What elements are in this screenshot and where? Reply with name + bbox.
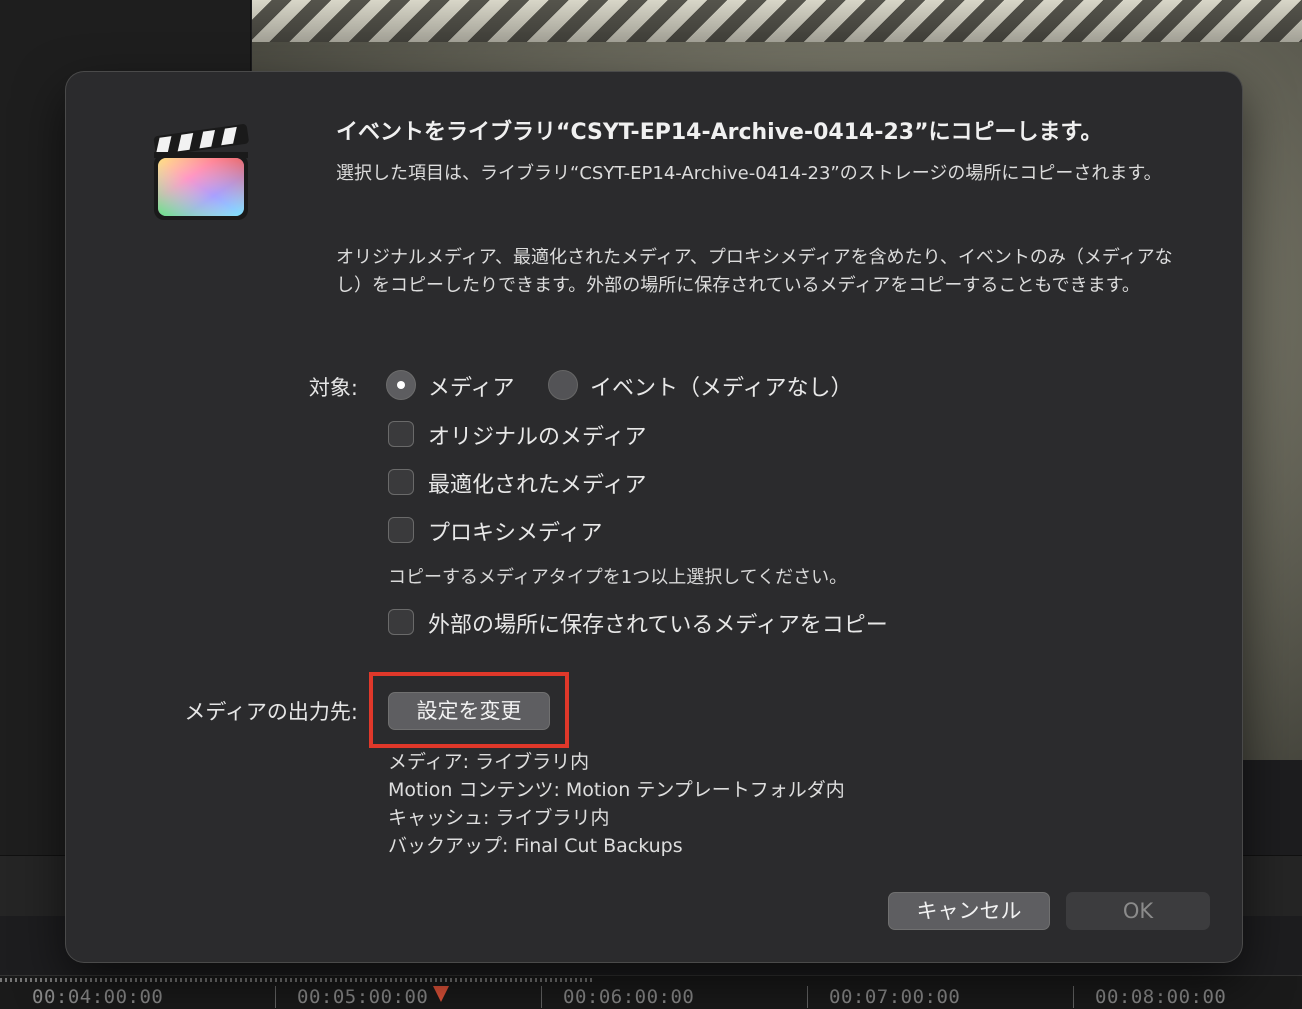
dialog-title: イベントをライブラリ“CSYT-EP14-Archive-0414-23”にコピ… — [336, 120, 1103, 145]
info-backup: バックアップ: Final Cut Backups — [388, 835, 683, 857]
timecode-label: 00:08:00:00 — [1095, 986, 1227, 1008]
info-cache: キャッシュ: ライブラリ内 — [388, 807, 610, 829]
radio-media[interactable] — [386, 370, 416, 400]
description-text: 選択した項目は、ライブラリ“CSYT-EP14-Archive-0414-23”… — [336, 163, 1162, 184]
checkbox-optimized-media-label[interactable]: 最適化されたメディア — [428, 467, 646, 499]
description-text-2: オリジナルメディア、最適化されたメディア、プロキシメディアを含めたり、イベントの… — [336, 247, 1173, 296]
stripes-shade — [252, 0, 1302, 42]
radio-media-label[interactable]: メディア — [428, 370, 514, 402]
ruler-selection-dots — [0, 978, 595, 982]
checkbox-proxy-media-label[interactable]: プロキシメディア — [428, 515, 602, 547]
playhead-marker[interactable] — [433, 986, 449, 1002]
ruler-tick — [807, 986, 808, 1008]
cancel-button[interactable]: キャンセル — [888, 892, 1050, 930]
destination-label: メディアの出力先: — [184, 700, 358, 724]
target-label: 対象: — [308, 376, 358, 400]
checkbox-external-media[interactable] — [388, 609, 414, 635]
destination-info: メディア: ライブラリ内 Motion コンテンツ: Motion テンプレート… — [388, 748, 845, 860]
timecode-label: 00:07:00:00 — [829, 986, 961, 1008]
checkbox-original-media-label[interactable]: オリジナルのメディア — [428, 419, 646, 451]
info-motion: Motion コンテンツ: Motion テンプレートフォルダ内 — [388, 779, 845, 801]
timecode-label: 00:05:00:00 — [297, 986, 429, 1008]
copy-event-dialog: イベントをライブラリ“CSYT-EP14-Archive-0414-23”にコピ… — [66, 72, 1242, 962]
checkbox-optimized-media[interactable] — [388, 469, 414, 495]
highlight-box — [369, 672, 569, 748]
ruler-tick — [1073, 986, 1074, 1008]
info-media: メディア: ライブラリ内 — [388, 751, 590, 773]
ruler-tick — [541, 986, 542, 1008]
ruler-tick — [275, 986, 276, 1008]
final-cut-pro-icon — [153, 124, 249, 220]
timecode-label: 00:06:00:00 — [563, 986, 695, 1008]
checkbox-original-media[interactable] — [388, 421, 414, 447]
radio-event-only[interactable] — [548, 370, 578, 400]
timecode-label: 00:04:00:00 — [32, 986, 164, 1008]
checkbox-external-media-label[interactable]: 外部の場所に保存されているメディアをコピー — [428, 607, 888, 639]
ok-button[interactable]: OK — [1066, 892, 1210, 930]
checkbox-proxy-media[interactable] — [388, 517, 414, 543]
radio-event-only-label[interactable]: イベント（メディアなし） — [590, 370, 852, 402]
media-type-hint: コピーするメディアタイプを1つ以上選択してください。 — [388, 567, 848, 588]
